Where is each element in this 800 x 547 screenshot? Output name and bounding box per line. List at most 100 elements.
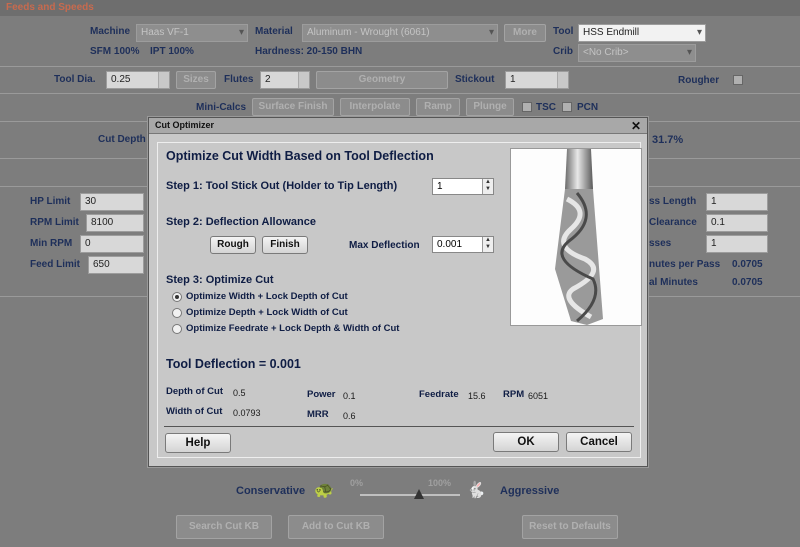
flutes-spinner[interactable]: [298, 72, 309, 88]
cancel-button[interactable]: Cancel: [566, 432, 632, 452]
plunge-button[interactable]: Plunge: [466, 98, 514, 116]
surface-finish-button[interactable]: Surface Finish: [252, 98, 334, 116]
feedrate-label: Feedrate: [419, 389, 459, 400]
optimize-width-label: Optimize Width + Lock Depth of Cut: [186, 291, 348, 302]
min-rpm-label: Min RPM: [30, 238, 73, 249]
search-cut-kb-button[interactable]: Search Cut KB: [176, 515, 272, 539]
feedrate-value: 15.6: [468, 391, 486, 401]
pcn-checkbox[interactable]: [562, 102, 572, 112]
tool-select[interactable]: HSS Endmill: [578, 24, 706, 42]
step3-label: Step 3: Optimize Cut: [166, 274, 274, 286]
stick-out-spinner[interactable]: ▲ ▼: [482, 179, 493, 194]
total-minutes-value: 0.0705: [732, 277, 763, 288]
divider: [0, 66, 800, 67]
step1-label: Step 1: Tool Stick Out (Holder to Tip Le…: [166, 180, 398, 192]
cut-optimizer-dialog: Cut Optimizer ✕ Optimize Cut Width Based…: [148, 117, 648, 467]
rough-button[interactable]: Rough: [210, 236, 256, 254]
more-button[interactable]: More: [504, 24, 546, 42]
aggressive-label: Aggressive: [500, 485, 560, 497]
dialog-title: Cut Optimizer: [155, 120, 215, 130]
total-minutes-label: al Minutes: [649, 277, 698, 288]
footer-divider: [164, 426, 634, 427]
optimize-width-radio[interactable]: [172, 292, 182, 302]
minutes-per-pass-value: 0.0705: [732, 259, 763, 270]
rougher-label: Rougher: [678, 75, 720, 86]
power-label: Power: [307, 389, 336, 400]
stick-out-input[interactable]: 1 ▲ ▼: [432, 178, 494, 195]
max-deflection-label: Max Deflection: [349, 240, 420, 251]
width-of-cut-label: Width of Cut: [166, 406, 223, 417]
dialog-content: Optimize Cut Width Based on Tool Deflect…: [157, 142, 642, 458]
material-select[interactable]: Aluminum - Wrought (6061): [302, 24, 498, 42]
optimize-depth-radio[interactable]: [172, 308, 182, 318]
conservative-label: Conservative: [236, 485, 306, 497]
power-value: 0.1: [343, 391, 356, 401]
divider: [0, 93, 800, 94]
crib-label: Crib: [553, 46, 573, 57]
ramp-button[interactable]: Ramp: [416, 98, 460, 116]
geometry-button[interactable]: Geometry: [316, 71, 448, 89]
rpm-limit-input[interactable]: 8100: [86, 214, 144, 232]
optimize-feedrate-radio[interactable]: [172, 324, 182, 334]
step2-label: Step 2: Deflection Allowance: [166, 216, 316, 228]
tool-deflection-result: Tool Deflection = 0.001: [166, 357, 301, 371]
flutes-input[interactable]: 2: [260, 71, 310, 89]
crib-select[interactable]: <No Crib>: [578, 44, 696, 62]
optimize-depth-label: Optimize Depth + Lock Width of Cut: [186, 307, 348, 318]
stickout-input[interactable]: 1: [505, 71, 569, 89]
max-deflection-spinner[interactable]: ▲ ▼: [482, 237, 493, 252]
tool-dia-label: Tool Dia.: [54, 74, 96, 85]
flutes-label: Flutes: [224, 74, 254, 85]
dialog-heading: Optimize Cut Width Based on Tool Deflect…: [166, 149, 434, 163]
feed-limit-label: Feed Limit: [30, 259, 81, 270]
turtle-icon: 🐢: [314, 482, 334, 499]
sfm-text: SFM 100%: [90, 46, 140, 57]
stickout-label: Stickout: [455, 74, 495, 85]
dialog-title-bar: Cut Optimizer ✕: [149, 118, 647, 134]
depth-of-cut-label: Depth of Cut: [166, 386, 223, 397]
width-of-cut-value: 0.0793: [233, 408, 261, 418]
help-button[interactable]: Help: [165, 433, 231, 453]
rpm-limit-label: RPM Limit: [30, 217, 79, 228]
clearance-input[interactable]: 0.1: [706, 214, 768, 232]
mini-calcs-label: Mini-Calcs: [196, 102, 247, 113]
machine-select[interactable]: Haas VF-1: [136, 24, 248, 42]
tsc-label: TSC: [536, 102, 556, 113]
slider-min-label: 0%: [350, 478, 364, 488]
ipt-text: IPT 100%: [150, 46, 194, 57]
machine-label: Machine: [90, 26, 131, 37]
max-deflection-input[interactable]: 0.001 ▲ ▼: [432, 236, 494, 253]
optimize-feedrate-label: Optimize Feedrate + Lock Depth & Width o…: [186, 323, 400, 334]
ok-button[interactable]: OK: [493, 432, 559, 452]
engagement-percent: 31.7%: [652, 134, 684, 146]
mrr-value: 0.6: [343, 411, 356, 421]
passes-input[interactable]: 1: [706, 235, 768, 253]
rougher-checkbox[interactable]: [733, 75, 743, 85]
tsc-checkbox[interactable]: [522, 102, 532, 112]
passes-label: sses: [649, 238, 672, 249]
hardness-text: Hardness: 20-150 BHN: [255, 46, 363, 57]
depth-of-cut-value: 0.5: [233, 388, 246, 398]
feed-limit-input[interactable]: 650: [88, 256, 144, 274]
hp-limit-label: HP Limit: [30, 196, 71, 207]
stickout-spinner[interactable]: [557, 72, 568, 88]
aggressiveness-slider-track[interactable]: [360, 494, 460, 496]
window-title-bar: Feeds and Speeds: [0, 0, 800, 16]
tool-dia-spinner[interactable]: [158, 72, 169, 88]
hp-limit-input[interactable]: 30: [80, 193, 144, 211]
pass-length-label: ss Length: [649, 196, 697, 207]
sizes-button[interactable]: Sizes: [176, 71, 216, 89]
cut-depth-label: Cut Depth: [98, 134, 146, 145]
material-label: Material: [255, 26, 293, 37]
close-icon[interactable]: ✕: [631, 119, 641, 133]
add-to-cut-kb-button[interactable]: Add to Cut KB: [288, 515, 384, 539]
finish-button[interactable]: Finish: [262, 236, 308, 254]
reset-defaults-button[interactable]: Reset to Defaults: [522, 515, 618, 539]
clearance-label: Clearance: [649, 217, 697, 228]
aggressiveness-slider-thumb[interactable]: [414, 489, 424, 499]
window-title: Feeds and Speeds: [6, 2, 94, 13]
interpolate-button[interactable]: Interpolate: [340, 98, 410, 116]
min-rpm-input[interactable]: 0: [80, 235, 144, 253]
pass-length-input[interactable]: 1: [706, 193, 768, 211]
tool-dia-input[interactable]: 0.25: [106, 71, 170, 89]
